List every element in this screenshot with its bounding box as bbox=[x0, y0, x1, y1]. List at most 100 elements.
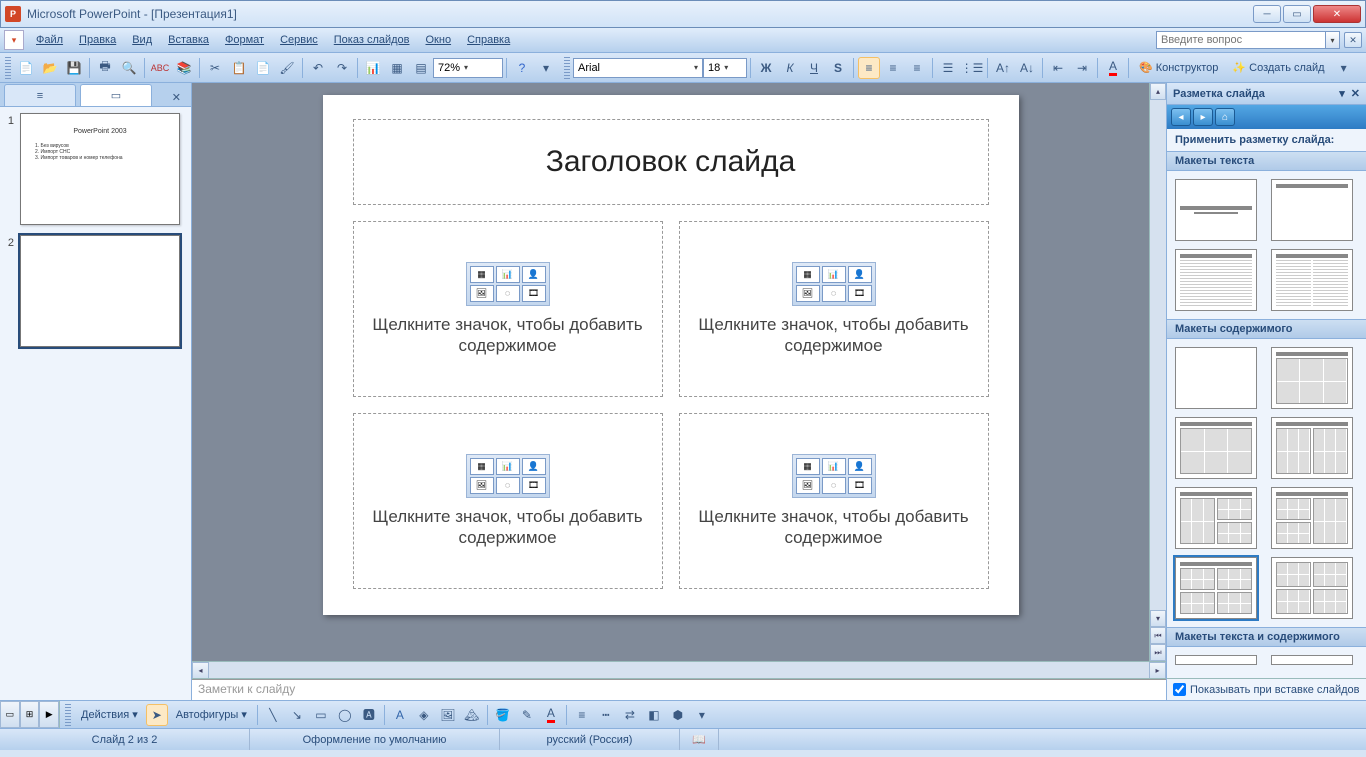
font-color-button[interactable]: A bbox=[1102, 57, 1124, 79]
menu-slideshow[interactable]: Показ слайдов bbox=[326, 31, 418, 49]
save-button[interactable]: 💾 bbox=[63, 57, 85, 79]
taskpane-home-button[interactable]: ⌂ bbox=[1215, 108, 1235, 126]
cut-button[interactable]: ✂ bbox=[204, 57, 226, 79]
oval-tool[interactable]: ◯ bbox=[334, 704, 356, 726]
slide-canvas[interactable]: Заголовок слайда ▦📊👤🖼◌🎞 Щелкните значок,… bbox=[192, 83, 1149, 661]
layout-title-two-text[interactable] bbox=[1271, 249, 1353, 311]
arrow-tool[interactable]: ↘ bbox=[286, 704, 308, 726]
taskpane-menu-button[interactable]: ▾ bbox=[1339, 87, 1345, 100]
format-painter-button[interactable]: 🖌 bbox=[276, 57, 298, 79]
slides-tab[interactable]: ▭ bbox=[80, 84, 152, 106]
current-slide[interactable]: Заголовок слайда ▦📊👤🖼◌🎞 Щелкните значок,… bbox=[323, 95, 1019, 615]
sorter-view-button[interactable]: ⊞ bbox=[20, 701, 40, 728]
toolbar-grip[interactable] bbox=[5, 57, 11, 79]
clipart-button[interactable]: 🖼 bbox=[437, 704, 459, 726]
italic-button[interactable]: К bbox=[779, 57, 801, 79]
underline-button[interactable]: Ч bbox=[803, 57, 825, 79]
layout-text-content-1[interactable] bbox=[1175, 655, 1257, 665]
menu-format[interactable]: Формат bbox=[217, 31, 272, 49]
taskpane-back-button[interactable]: ◂ bbox=[1171, 108, 1191, 126]
layout-four-content[interactable] bbox=[1271, 557, 1353, 619]
scroll-right-button[interactable]: ▸ bbox=[1149, 662, 1166, 679]
vertical-scrollbar[interactable]: ▴ ▾ ⏮ ⏭ bbox=[1149, 83, 1166, 661]
content-placeholder-4[interactable]: ▦📊👤🖼◌🎞 Щелкните значок, чтобы добавить с… bbox=[679, 413, 989, 589]
minimize-button[interactable]: ─ bbox=[1253, 5, 1281, 23]
document-icon[interactable]: ▾ bbox=[4, 30, 24, 50]
font-size-combo[interactable]: 18▾ bbox=[703, 58, 747, 78]
help-button[interactable]: ? bbox=[511, 57, 533, 79]
new-button[interactable]: 📄 bbox=[15, 57, 37, 79]
fill-color-button[interactable]: 🪣 bbox=[492, 704, 514, 726]
prev-slide-button[interactable]: ⏮ bbox=[1150, 627, 1166, 644]
layout-title-four-content[interactable] bbox=[1175, 557, 1257, 619]
tables-borders-button[interactable]: ▤ bbox=[410, 57, 432, 79]
decrease-font-button[interactable]: A↓ bbox=[1016, 57, 1038, 79]
layout-gallery[interactable]: Макеты текста Макеты содержимого Макеты … bbox=[1167, 151, 1366, 678]
scroll-left-button[interactable]: ◂ bbox=[192, 662, 209, 679]
shadow-style-button[interactable]: ◧ bbox=[643, 704, 665, 726]
taskpane-forward-button[interactable]: ▸ bbox=[1193, 108, 1213, 126]
menu-help[interactable]: Справка bbox=[459, 31, 518, 49]
layout-text-content-2[interactable] bbox=[1271, 655, 1353, 665]
content-placeholder-1[interactable]: ▦📊👤🖼◌🎞 Щелкните значок, чтобы добавить с… bbox=[353, 221, 663, 397]
autoshapes-menu[interactable]: Автофигуры▾ bbox=[169, 704, 254, 726]
print-preview-button[interactable]: 🔍 bbox=[118, 57, 140, 79]
layout-title-only[interactable] bbox=[1271, 179, 1353, 241]
menu-insert[interactable]: Вставка bbox=[160, 31, 217, 49]
status-spellcheck-icon[interactable]: 📖 bbox=[680, 729, 719, 750]
designer-button[interactable]: 🎨Конструктор bbox=[1132, 57, 1225, 79]
spellcheck-button[interactable]: ABC bbox=[149, 57, 171, 79]
slide-thumbnail-1[interactable]: PowerPoint 2003 1. Без вирусов 2. Импорт… bbox=[20, 113, 180, 225]
wordart-button[interactable]: A bbox=[389, 704, 411, 726]
print-button[interactable]: 🖶 bbox=[94, 57, 116, 79]
layout-title-three-content[interactable] bbox=[1175, 487, 1257, 549]
content-icon-palette[interactable]: ▦📊👤🖼◌🎞 bbox=[792, 454, 876, 498]
line-tool[interactable]: ╲ bbox=[262, 704, 284, 726]
line-style-button[interactable]: ≡ bbox=[571, 704, 593, 726]
layout-blank[interactable] bbox=[1175, 347, 1257, 409]
bullet-list-button[interactable]: ⋮☰ bbox=[961, 57, 983, 79]
horizontal-scrollbar[interactable]: ◂ ▸ bbox=[192, 661, 1166, 678]
outline-tab[interactable]: ≡ bbox=[4, 84, 76, 106]
show-on-insert-checkbox[interactable] bbox=[1173, 683, 1186, 696]
increase-font-button[interactable]: A↑ bbox=[992, 57, 1014, 79]
insert-table-button[interactable]: ▦ bbox=[386, 57, 408, 79]
scroll-up-button[interactable]: ▴ bbox=[1150, 83, 1166, 100]
layout-title-content-vertical[interactable] bbox=[1175, 417, 1257, 479]
notes-placeholder[interactable]: Заметки к слайду bbox=[192, 679, 1166, 700]
menu-view[interactable]: Вид bbox=[124, 31, 160, 49]
content-placeholder-2[interactable]: ▦📊👤🖼◌🎞 Щелкните значок, чтобы добавить с… bbox=[679, 221, 989, 397]
document-close-button[interactable]: ✕ bbox=[1344, 32, 1362, 48]
layout-title-three-content-2[interactable] bbox=[1271, 487, 1353, 549]
content-icon-palette[interactable]: ▦📊👤🖼◌🎞 bbox=[466, 454, 550, 498]
scroll-down-button[interactable]: ▾ bbox=[1150, 610, 1166, 627]
content-icon-palette[interactable]: ▦📊👤🖼◌🎞 bbox=[466, 262, 550, 306]
insert-chart-button[interactable]: 📊 bbox=[362, 57, 384, 79]
menu-window[interactable]: Окно bbox=[418, 31, 460, 49]
select-tool[interactable]: ➤ bbox=[146, 704, 168, 726]
content-placeholder-3[interactable]: ▦📊👤🖼◌🎞 Щелкните значок, чтобы добавить с… bbox=[353, 413, 663, 589]
status-language[interactable]: русский (Россия) bbox=[500, 729, 680, 750]
3d-style-button[interactable]: ⬢ bbox=[667, 704, 689, 726]
layout-title-content[interactable] bbox=[1271, 347, 1353, 409]
new-slide-button[interactable]: ✨Создать слайд bbox=[1225, 57, 1331, 79]
undo-button[interactable]: ↶ bbox=[307, 57, 329, 79]
menu-tools[interactable]: Сервис bbox=[272, 31, 326, 49]
help-question-dropdown[interactable]: ▾ bbox=[1326, 31, 1340, 49]
slideshow-view-button[interactable]: ▶ bbox=[39, 701, 59, 728]
title-placeholder[interactable]: Заголовок слайда bbox=[353, 119, 989, 205]
align-right-button[interactable]: ≡ bbox=[906, 57, 928, 79]
layout-title-two-content[interactable] bbox=[1271, 417, 1353, 479]
font-combo[interactable]: Arial▾ bbox=[573, 58, 703, 78]
menu-file[interactable]: Файл bbox=[28, 31, 71, 49]
line-color-button[interactable]: ✎ bbox=[516, 704, 538, 726]
toolbar-options-button-2[interactable]: ▾ bbox=[1333, 57, 1355, 79]
bold-button[interactable]: Ж bbox=[755, 57, 777, 79]
align-left-button[interactable]: ≡ bbox=[858, 57, 880, 79]
research-button[interactable]: 📚 bbox=[173, 57, 195, 79]
actions-menu[interactable]: Действия▾ bbox=[74, 704, 145, 726]
dash-style-button[interactable]: ┅ bbox=[595, 704, 617, 726]
copy-button[interactable]: 📋 bbox=[228, 57, 250, 79]
layout-title-text[interactable] bbox=[1175, 249, 1257, 311]
picture-button[interactable]: 🏔 bbox=[461, 704, 483, 726]
